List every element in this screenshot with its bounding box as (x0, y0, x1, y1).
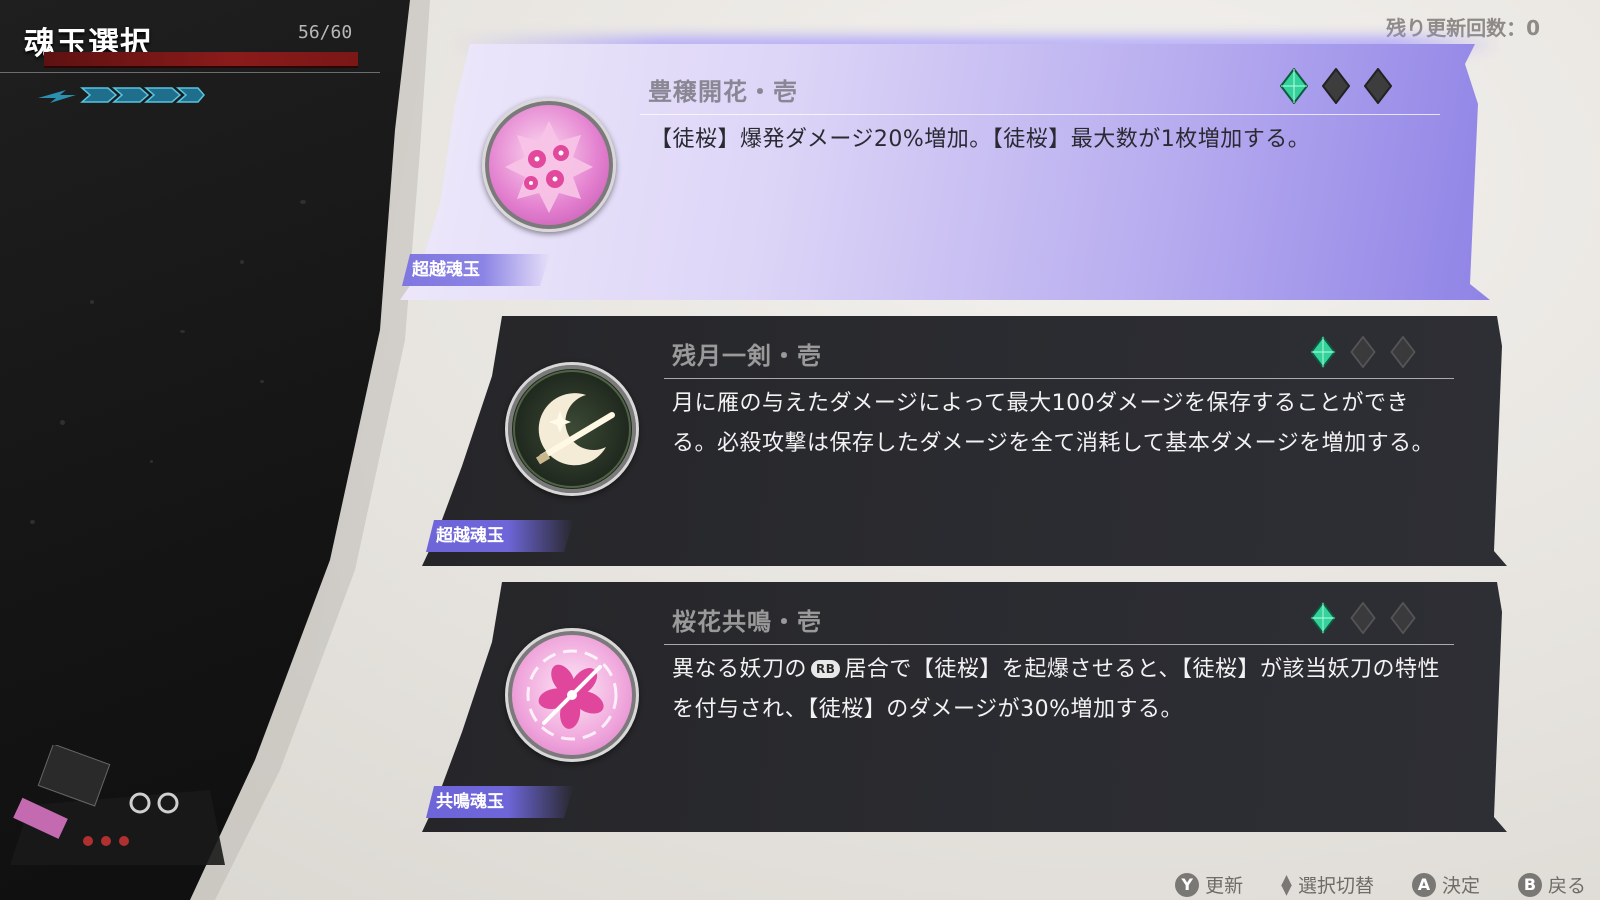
gem-empty-icon (1390, 336, 1416, 368)
tier-label: 共鳴魂玉 (426, 786, 574, 818)
sakura-flower-icon (505, 628, 639, 762)
title-divider (664, 644, 1454, 645)
gem-filled-icon (1310, 336, 1336, 368)
hp-bar (44, 52, 358, 68)
prompt-label: 更新 (1205, 875, 1244, 897)
card-title: 残月一剣・壱 (672, 342, 822, 370)
energy-gauge-icon (38, 87, 205, 103)
gem-empty-icon (1322, 68, 1350, 104)
rank-gems (1280, 68, 1392, 104)
rank-gems (1310, 602, 1416, 634)
gem-filled-icon (1310, 602, 1336, 634)
card-description: 月に雁の与えたダメージによって最大100ダメージを保存することができる。必殺攻撃… (672, 391, 1435, 456)
hp-counter: 56/60 (298, 22, 353, 43)
card-title: 桜花共鳴・壱 (672, 608, 822, 636)
crescent-moon-sword-icon (505, 362, 639, 496)
tier-label: 超越魂玉 (402, 254, 550, 286)
soul-orb-card-2[interactable]: 残月一剣・壱 月に雁の与えたダメージによって最大100ダメージを保存することがで… (422, 316, 1507, 566)
gem-filled-icon (1280, 68, 1308, 104)
hud-divider (0, 72, 380, 73)
confirm-prompt[interactable]: A 決定 (1411, 871, 1480, 898)
gem-empty-icon (1390, 602, 1416, 634)
gem-empty-icon (1350, 602, 1376, 634)
card-description: 異なる妖刀の RB 居合で【徒桜】を起爆させると、【徒桜】が該当妖刀の特性を付与され… (672, 650, 1452, 730)
y-button-icon: Y (1175, 872, 1200, 897)
tier-label: 超越魂玉 (426, 520, 574, 552)
prompt-label: 戻る (1547, 875, 1586, 897)
card-title: 豊穣開花・壱 (648, 78, 798, 106)
rank-gems (1310, 336, 1416, 368)
soul-orb-card-3[interactable]: 桜花共鳴・壱 異なる妖刀の RB 居合で【徒桜】を起爆させると、【徒桜】が該当妖刀の… (422, 582, 1507, 832)
gem-empty-icon (1350, 336, 1376, 368)
prompt-label: 決定 (1441, 875, 1480, 897)
title-divider (664, 378, 1454, 379)
dpad-updown-icon: ▲ ▼ (1281, 871, 1292, 898)
b-button-icon: B (1517, 872, 1542, 897)
equipped-items-icon (10, 745, 225, 865)
back-prompt[interactable]: B 戻る (1517, 871, 1586, 898)
gem-empty-icon (1364, 68, 1392, 104)
soul-orb-card-1[interactable]: 豊穣開花・壱 【徒桜】爆発ダメージ20%増加。【徒桜】最大数が1枚増加する。 超… (400, 36, 1500, 300)
cherry-blossom-burst-icon (482, 98, 616, 232)
description-text: 異なる妖刀の (672, 657, 808, 682)
card-description: 【徒桜】爆発ダメージ20%増加。【徒桜】最大数が1枚増加する。 (650, 127, 1311, 152)
prompt-label: 選択切替 (1297, 875, 1374, 897)
title-divider (640, 114, 1440, 115)
rb-button-icon: RB (811, 660, 841, 678)
refresh-prompt[interactable]: Y 更新 (1175, 871, 1243, 898)
button-prompts: Y 更新 ▲ ▼ 選択切替 A 決定 B 戻る (1175, 871, 1586, 898)
switch-selection-prompt[interactable]: ▲ ▼ 選択切替 (1281, 871, 1374, 898)
a-button-icon: A (1411, 872, 1436, 897)
